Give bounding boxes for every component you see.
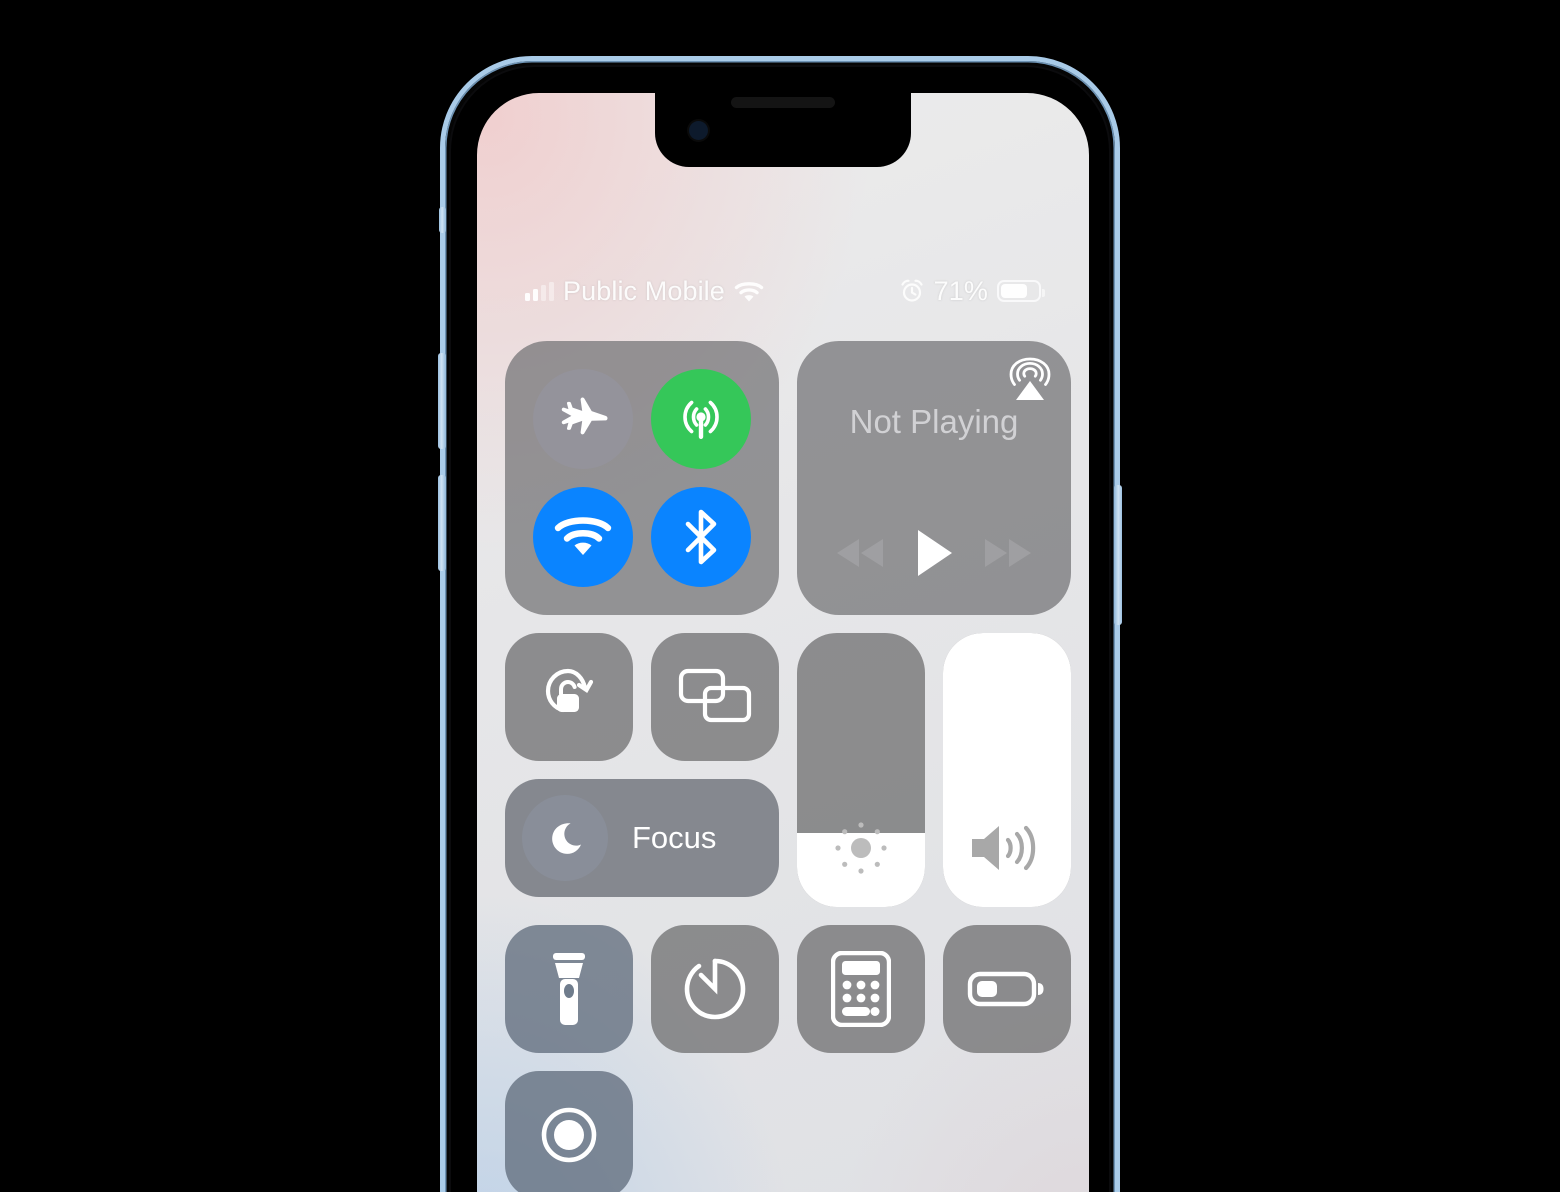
timer-icon: [679, 953, 751, 1025]
bluetooth-toggle[interactable]: [651, 487, 751, 587]
airplay-audio-icon[interactable]: [1007, 357, 1053, 403]
wifi-icon: [734, 280, 764, 303]
volume-down-button[interactable]: [438, 475, 446, 571]
rotation-lock-toggle[interactable]: [505, 633, 633, 761]
power-button[interactable]: [1114, 485, 1122, 625]
cc-left-column: Focus: [505, 633, 779, 907]
cc-toggle-pair: [505, 633, 779, 761]
carrier-label: Public Mobile: [563, 275, 725, 306]
battery-percent-label: 71%: [933, 275, 988, 306]
media-playback-module[interactable]: Not Playing: [797, 341, 1071, 615]
cc-row-utilities: [505, 925, 1071, 1053]
cc-row-middle: Focus: [505, 633, 1071, 907]
fast-forward-icon[interactable]: [979, 533, 1037, 573]
media-transport-controls: [797, 527, 1071, 579]
screen-record-icon: [533, 1099, 605, 1171]
calculator-button[interactable]: [797, 925, 925, 1053]
now-playing-title: Not Playing: [849, 403, 1019, 440]
bluetooth-icon: [678, 508, 724, 566]
wifi-icon: [554, 515, 612, 559]
battery-icon: [997, 280, 1045, 302]
status-bar: Public Mobile 71%: [477, 271, 1089, 311]
airplane-icon: [555, 391, 611, 447]
cc-sliders: [797, 633, 1071, 907]
silent-switch[interactable]: [439, 207, 446, 233]
cellular-data-toggle[interactable]: [651, 369, 751, 469]
volume-slider[interactable]: [943, 633, 1071, 907]
speaker-waves-icon: [943, 817, 1071, 879]
iphone-device: Public Mobile 71% Not Playing Focus: [438, 56, 1122, 1192]
calculator-icon: [831, 951, 891, 1027]
screen-recording-toggle[interactable]: [505, 1071, 633, 1192]
phone-screen: Public Mobile 71% Not Playing Focus: [477, 93, 1089, 1192]
play-icon[interactable]: [912, 527, 956, 579]
focus-label: Focus: [632, 820, 717, 855]
control-center: Not Playing Focus: [505, 341, 1071, 1192]
airplane-mode-toggle[interactable]: [533, 369, 633, 469]
flashlight-toggle[interactable]: [505, 925, 633, 1053]
rewind-icon[interactable]: [831, 533, 889, 573]
screen-mirroring-icon: [677, 666, 753, 728]
notch: [655, 93, 911, 167]
timer-button[interactable]: [651, 925, 779, 1053]
volume-up-button[interactable]: [438, 353, 446, 449]
cellular-antenna-icon: [672, 390, 730, 448]
alarm-clock-icon: [899, 278, 925, 304]
moon-icon: [522, 795, 608, 881]
brightness-slider[interactable]: [797, 633, 925, 907]
screenshot-root: Public Mobile 71% Not Playing Focus: [0, 0, 1560, 1192]
front-camera-icon: [689, 121, 708, 140]
earpiece-speaker: [731, 97, 835, 108]
flashlight-icon: [544, 950, 594, 1028]
screen-mirroring-toggle[interactable]: [651, 633, 779, 761]
wifi-toggle[interactable]: [533, 487, 633, 587]
focus-toggle[interactable]: Focus: [505, 779, 779, 897]
cellular-bars-icon: [525, 281, 554, 301]
cc-row-record: [505, 1071, 1061, 1192]
brightness-icon: [797, 817, 925, 879]
low-power-mode-button[interactable]: [943, 925, 1071, 1053]
cc-row-top: Not Playing: [505, 341, 1071, 615]
rotation-lock-icon: [533, 661, 605, 733]
connectivity-module: [505, 341, 779, 615]
battery-low-power-icon: [967, 967, 1047, 1011]
